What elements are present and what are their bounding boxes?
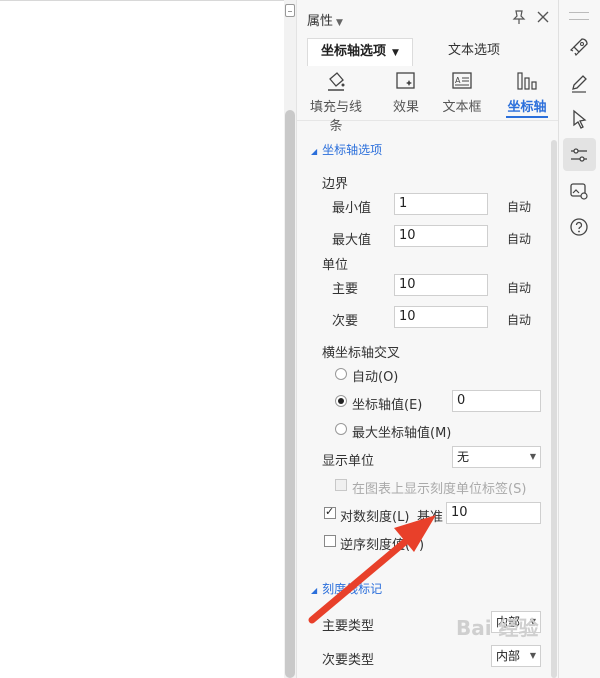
tab-label: 坐标轴选项 <box>321 44 387 59</box>
panel-scrollbar[interactable] <box>551 140 557 678</box>
cross-value-radio[interactable] <box>335 395 347 407</box>
image-settings-icon[interactable] <box>568 180 590 202</box>
cross-max-label[interactable]: 最大坐标轴值(M) <box>352 422 451 441</box>
reverse-checkbox[interactable] <box>324 535 336 547</box>
right-toolbar <box>558 0 600 678</box>
tab-effects[interactable]: 效果 <box>375 66 437 120</box>
cross-value-input[interactable]: 0 <box>452 390 541 412</box>
effects-icon <box>396 72 415 89</box>
log-scale-label[interactable]: 对数刻度(L) <box>340 506 409 525</box>
rocket-icon[interactable] <box>568 36 590 58</box>
tab-label: 效果 <box>392 100 419 115</box>
panel-header: 属性 ▼ <box>297 0 559 36</box>
min-value-input[interactable]: 1 <box>394 193 488 215</box>
document-scrollbar[interactable] <box>284 0 296 678</box>
options-tabs: 坐标轴选项 ▼ 文本选项 <box>307 38 549 66</box>
panel-title-dropdown[interactable]: 属性 ▼ <box>307 10 343 29</box>
pin-icon[interactable] <box>511 9 527 25</box>
panel-title: 属性 <box>307 14 334 29</box>
major-unit-input[interactable]: 10 <box>394 274 488 296</box>
section-tick-marks[interactable]: ◢ 刻度线标记 <box>311 580 382 597</box>
tab-label: 坐标轴 <box>507 100 547 115</box>
tab-textbox[interactable]: A 文本框 <box>431 66 493 120</box>
bounds-label: 边界 <box>322 177 349 192</box>
display-units-select[interactable]: 无 ▼ <box>452 446 541 468</box>
cursor-icon[interactable] <box>568 108 590 130</box>
show-units-checkbox[interactable] <box>335 479 347 491</box>
section-axis-options[interactable]: ◢ 坐标轴选项 <box>311 141 382 158</box>
chevron-down-icon: ▼ <box>336 18 343 28</box>
select-value: 无 <box>457 450 470 464</box>
min-auto-button[interactable]: 自动 <box>507 198 531 215</box>
minor-unit-label: 次要 <box>332 314 359 329</box>
major-unit-label: 主要 <box>332 282 359 297</box>
chevron-down-icon: ▼ <box>392 48 399 58</box>
tab-label: 文本框 <box>442 100 482 115</box>
chevron-down-icon: ▼ <box>529 452 536 461</box>
section-title: 坐标轴选项 <box>322 143 383 157</box>
minor-unit-input[interactable]: 10 <box>394 306 488 328</box>
max-value-input[interactable]: 10 <box>394 225 488 247</box>
cross-auto-label[interactable]: 自动(O) <box>352 366 398 385</box>
log-scale-checkbox[interactable] <box>324 505 336 519</box>
document-canvas[interactable] <box>0 0 284 678</box>
svg-text:A: A <box>455 76 461 85</box>
collapse-triangle-icon: ◢ <box>311 147 318 156</box>
help-icon[interactable] <box>568 216 590 238</box>
tab-text-options[interactable]: 文本选项 <box>419 38 529 66</box>
display-units-label: 显示单位 <box>322 454 375 469</box>
properties-panel: 属性 ▼ 坐标轴选项 ▼ 文本选项 填充与线条 效果 A 文本框 坐标轴 ◢ 坐标轴选… <box>296 0 559 678</box>
fill-bucket-icon <box>328 72 345 91</box>
cross-auto-radio[interactable] <box>335 368 347 380</box>
reverse-label[interactable]: 逆序刻度值(V) <box>340 534 424 553</box>
units-label: 单位 <box>322 258 349 273</box>
max-label: 最大值 <box>332 233 372 248</box>
icon-tabs: 填充与线条 效果 A 文本框 坐标轴 <box>297 66 559 134</box>
tab-axis[interactable]: 坐标轴 <box>496 66 558 120</box>
base-label: 基准 <box>417 510 444 525</box>
grip-handle[interactable] <box>569 12 589 20</box>
pen-icon[interactable] <box>568 72 590 94</box>
minor-type-label: 次要类型 <box>322 653 375 668</box>
minor-auto-button[interactable]: 自动 <box>507 311 531 328</box>
tab-axis-options[interactable]: 坐标轴选项 ▼ <box>307 38 413 66</box>
cross-label: 横坐标轴交叉 <box>322 346 401 361</box>
cross-value-label[interactable]: 坐标轴值(E) <box>352 394 422 413</box>
log-base-input[interactable]: 10 <box>446 502 541 524</box>
max-auto-button[interactable]: 自动 <box>507 230 531 247</box>
min-label: 最小值 <box>332 201 372 216</box>
collapse-icon[interactable] <box>285 4 295 17</box>
major-auto-button[interactable]: 自动 <box>507 279 531 296</box>
textbox-icon: A <box>452 72 472 89</box>
watermark-logo: Bai 经验 <box>456 616 539 640</box>
scrollbar-thumb[interactable] <box>285 110 295 678</box>
axis-options-content: ◢ 坐标轴选项 边界 最小值 1 自动 最大值 10 自动 单位 主要 10 自动… <box>297 121 559 678</box>
major-type-label: 主要类型 <box>322 619 375 634</box>
cross-max-radio[interactable] <box>335 423 347 435</box>
tab-fill-line[interactable]: 填充与线条 <box>305 66 367 134</box>
properties-sliders-icon[interactable] <box>568 144 590 166</box>
section-title: 刻度线标记 <box>322 582 383 596</box>
show-units-label: 在图表上显示刻度单位标签(S) <box>352 482 527 497</box>
collapse-triangle-icon: ◢ <box>311 586 318 595</box>
axis-bars-icon <box>517 72 537 90</box>
close-icon[interactable] <box>535 9 551 25</box>
